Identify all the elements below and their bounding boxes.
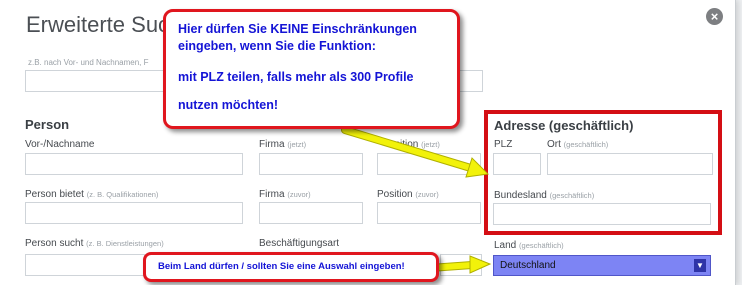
land-callout-text: Beim Land dürfen / sollten Sie eine Ausw… bbox=[158, 261, 405, 272]
callout-line-4: nutzen möchten! bbox=[178, 98, 278, 112]
arrow-to-land bbox=[426, 255, 492, 274]
callout-line-2: eingeben, wenn Sie die Funktion: bbox=[178, 39, 376, 53]
restriction-callout: Hier dürfen Sie KEINE Einschränkungen ei… bbox=[163, 9, 460, 129]
land-callout: Beim Land dürfen / sollten Sie eine Ausw… bbox=[143, 252, 439, 282]
arrow-to-plz bbox=[341, 126, 490, 178]
callout-line-3: mit PLZ teilen, falls mehr als 300 Profi… bbox=[178, 70, 414, 84]
callout-line-1: Hier dürfen Sie KEINE Einschränkungen bbox=[178, 22, 417, 36]
